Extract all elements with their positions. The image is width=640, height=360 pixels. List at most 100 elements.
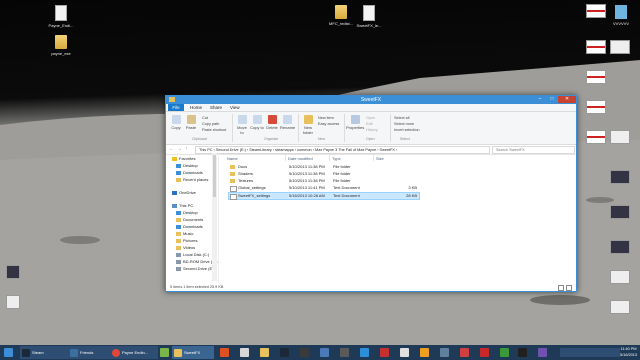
desktop-thumbnail[interactable]	[610, 270, 630, 284]
column-name[interactable]: Name	[227, 156, 238, 161]
tab-view[interactable]: View	[230, 105, 240, 110]
nav-local-disk-c[interactable]: Local Disk (C:)	[176, 252, 209, 257]
desktop-thumbnail[interactable]	[610, 300, 630, 314]
edit-button[interactable]: Edit	[366, 122, 373, 126]
desktop-thumbnail[interactable]	[610, 130, 630, 144]
app-icon[interactable]	[340, 348, 349, 357]
new-folder-button[interactable]: New folder	[300, 115, 316, 135]
desktop-thumbnail[interactable]	[586, 40, 606, 54]
app-icon[interactable]	[538, 348, 547, 357]
delete-button[interactable]: Delete	[265, 115, 279, 130]
column-date-modified[interactable]: Date modified	[288, 156, 313, 161]
paste-button[interactable]: Paste	[184, 115, 198, 130]
copy-to-button[interactable]: Copy to	[250, 115, 264, 130]
scrollbar-thumb[interactable]	[213, 155, 216, 197]
desktop-thumbnail[interactable]	[610, 40, 630, 54]
desktop-thumbnail[interactable]	[586, 130, 606, 144]
nav-documents[interactable]: Documents	[176, 217, 203, 222]
app-icon[interactable]	[360, 348, 369, 357]
notification-area[interactable]	[560, 348, 620, 357]
app-icon[interactable]	[300, 348, 309, 357]
move-to-button[interactable]: Move to	[235, 115, 249, 135]
file-row[interactable]: Textures 5/10/2013 11:38 PM File folder	[229, 178, 419, 184]
nav-desktop[interactable]: Desktop	[176, 163, 198, 168]
taskbar-item-steam[interactable]: Steam	[20, 346, 68, 359]
rename-button[interactable]: Rename	[280, 115, 295, 130]
nav-videos[interactable]: Videos	[176, 245, 195, 250]
title-bar[interactable]: SweetFX – □ ✕	[166, 96, 576, 104]
copy-button[interactable]: Copy	[169, 115, 183, 130]
nav-scrollbar[interactable]	[212, 153, 217, 281]
nav-pictures[interactable]: Pictures	[176, 238, 197, 243]
app-icon[interactable]	[380, 348, 389, 357]
desktop-thumbnail[interactable]	[586, 70, 606, 84]
app-icon[interactable]	[440, 348, 449, 357]
paste-shortcut-button[interactable]: Paste shortcut	[202, 128, 226, 132]
app-icon[interactable]	[400, 348, 409, 357]
desktop-icon-payne-ending[interactable]: Payne_Endi...	[44, 5, 78, 28]
sevenzip-icon[interactable]	[6, 265, 20, 279]
forward-button[interactable]: →	[177, 146, 182, 152]
new-item-button[interactable]: New item	[318, 116, 334, 120]
desktop-icon-payne-exe[interactable]: payne_exe	[44, 35, 78, 56]
taskbar-item-friends[interactable]: Friends	[68, 346, 110, 359]
nav-pc-desktop[interactable]: Desktop	[176, 210, 198, 215]
desktop-thumbnail[interactable]	[610, 240, 630, 254]
details-view-icon[interactable]	[558, 285, 564, 291]
column-type[interactable]: Type	[332, 156, 341, 161]
invert-selection-button[interactable]: Invert selection	[394, 128, 420, 132]
nav-downloads[interactable]: Downloads	[176, 170, 203, 175]
nav-music[interactable]: Music	[176, 231, 193, 236]
desktop-thumbnail[interactable]	[586, 100, 606, 114]
back-button[interactable]: ←	[169, 146, 174, 152]
file-row[interactable]: Docs 5/10/2013 11:38 PM File folder	[229, 164, 419, 170]
start-button[interactable]	[4, 348, 13, 357]
history-button[interactable]: History	[366, 128, 378, 132]
app-icon[interactable]	[500, 348, 509, 357]
file-row[interactable]: Global_settings 5/10/2013 11:41 PM Text Do…	[229, 185, 419, 192]
easy-access-button[interactable]: Easy access	[318, 122, 339, 126]
taskbar-item-sweetfx[interactable]: SweetFX	[172, 346, 214, 359]
desktop-thumbnail[interactable]	[6, 295, 20, 309]
clock[interactable]: 11:40 PM 5/16/2013	[620, 346, 637, 358]
tab-share[interactable]: Share	[210, 105, 222, 110]
desktop-icon-vvvvvv[interactable]: VVVVVV	[604, 5, 638, 26]
column-size[interactable]: Size	[376, 156, 384, 161]
app-icon[interactable]	[460, 348, 469, 357]
nav-onedrive[interactable]: OneDrive	[172, 190, 196, 195]
properties-button[interactable]: Properties	[346, 115, 364, 130]
app-icon[interactable]	[420, 348, 429, 357]
desktop-thumbnail[interactable]	[610, 170, 630, 184]
open-button[interactable]: Open	[366, 116, 375, 120]
nav-recent-places[interactable]: Recent places	[176, 177, 208, 182]
tab-file[interactable]: File	[168, 104, 184, 111]
taskbar-item-chrome[interactable]: Payne Endin...	[110, 346, 158, 359]
cut-button[interactable]: Cut	[202, 116, 208, 120]
close-button[interactable]: ✕	[558, 96, 576, 103]
app-icon[interactable]	[280, 348, 289, 357]
app-icon[interactable]	[160, 348, 169, 357]
app-icon[interactable]	[518, 348, 527, 357]
tab-home[interactable]: Home	[190, 105, 202, 110]
minimize-button[interactable]: –	[534, 96, 546, 103]
up-button[interactable]: ↑	[185, 146, 188, 152]
app-icon[interactable]	[220, 348, 229, 357]
nav-favorites[interactable]: Favorites	[172, 156, 195, 161]
app-icon[interactable]	[480, 348, 489, 357]
select-all-button[interactable]: Select all	[394, 116, 409, 120]
tiles-view-icon[interactable]	[566, 285, 572, 291]
copy-path-button[interactable]: Copy path	[202, 122, 219, 126]
select-none-button[interactable]: Select none	[394, 122, 414, 126]
desktop-thumbnail[interactable]	[586, 4, 606, 18]
file-row[interactable]: SweetFX_settings 5/16/2013 10:28 AM Text D…	[228, 192, 420, 200]
desktop-icon-sweetfx-zip[interactable]: SweetFX_le...	[352, 5, 386, 28]
maximize-button[interactable]: □	[546, 96, 558, 103]
nav-this-pc[interactable]: This PC	[172, 203, 193, 208]
nav-second-drive-e[interactable]: Second Drive (E:)	[176, 266, 215, 271]
app-icon[interactable]	[320, 348, 329, 357]
app-icon[interactable]	[240, 348, 249, 357]
app-icon[interactable]	[260, 348, 269, 357]
file-row[interactable]: Shaders 5/10/2013 11:38 PM File folder	[229, 171, 419, 177]
desktop-thumbnail[interactable]	[610, 205, 630, 219]
nav-pc-downloads[interactable]: Downloads	[176, 224, 203, 229]
